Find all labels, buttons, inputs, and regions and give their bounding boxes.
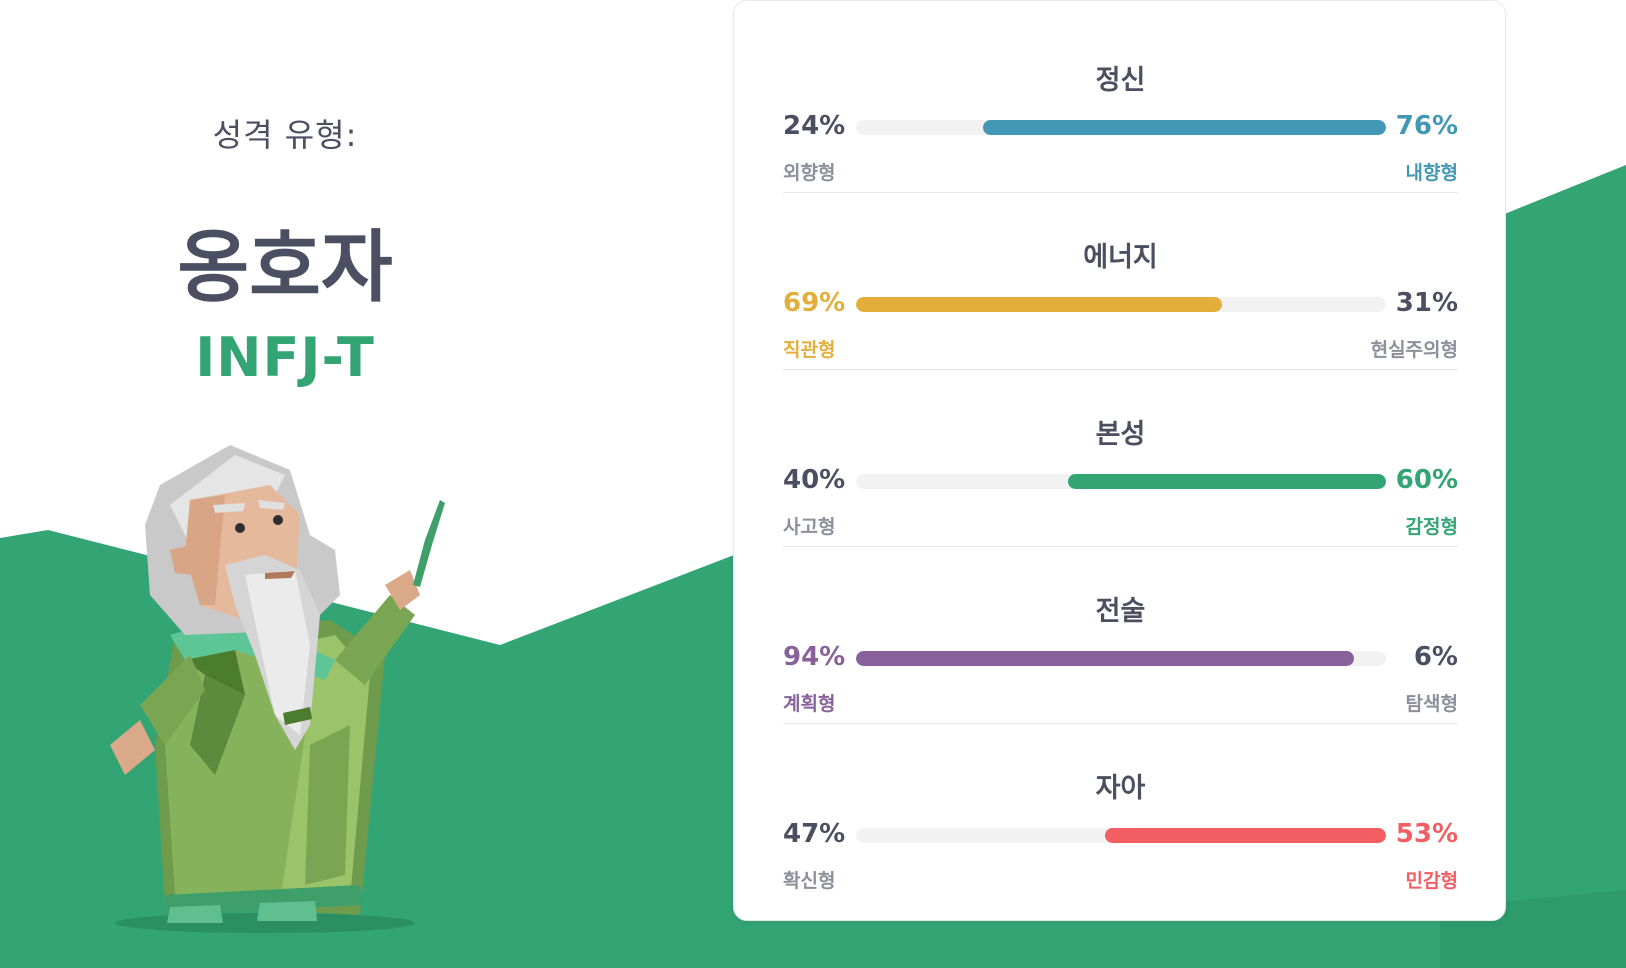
left-percent: 40% [783, 465, 846, 495]
trait-row: 정신 24% 76% 외향형 내향형 [783, 16, 1458, 193]
right-percent: 60% [1395, 465, 1458, 495]
trait-bar-fill [1068, 474, 1386, 489]
trait-title: 정신 [1095, 65, 1146, 96]
trait-bar-fill [983, 120, 1386, 135]
trait-bar-fill [856, 651, 1354, 666]
trait-title: 에너지 [1083, 242, 1158, 273]
right-percent: 6% [1413, 642, 1458, 672]
trait-row: 에너지 69% 31% 직관형 현실주의형 [783, 193, 1458, 370]
trait-bar [856, 651, 1386, 666]
left-trait-label: 계획형 [783, 693, 836, 715]
right-trait-label: 민감형 [1405, 870, 1458, 892]
left-trait-label: 외향형 [783, 162, 836, 184]
trait-bar-fill [856, 297, 1222, 312]
left-trait-label: 확신형 [783, 870, 836, 892]
left-trait-label: 직관형 [783, 339, 836, 361]
right-trait-label: 감정형 [1405, 516, 1458, 538]
profile-panel: 성격 유형: 옹호자 INFJ-T [0, 0, 570, 968]
trait-row: 자아 47% 53% 확신형 민감형 [783, 724, 1458, 901]
trait-bar-fill [1105, 828, 1386, 843]
right-percent: 76% [1395, 111, 1458, 141]
trait-bar [856, 297, 1386, 312]
trait-bar [856, 474, 1386, 489]
trait-results-card: 정신 24% 76% 외향형 내향형에너지 69% 31% 직관형 현실주의형본성 40% 60% 사… [733, 0, 1506, 921]
trait-bar [856, 828, 1386, 843]
personality-type-code: INFJ-T [195, 326, 375, 389]
right-trait-label: 탐색형 [1405, 693, 1458, 715]
personality-type-label: 성격 유형: [212, 116, 358, 154]
trait-bar [856, 120, 1386, 135]
advocate-character-illustration [110, 445, 445, 933]
right-trait-label: 내향형 [1405, 162, 1458, 184]
trait-row: 전술 94% 6% 계획형 탐색형 [783, 547, 1458, 724]
left-percent: 94% [783, 642, 846, 672]
trait-row: 본성 40% 60% 사고형 감정형 [783, 370, 1458, 547]
right-percent: 31% [1395, 288, 1458, 318]
left-percent: 47% [783, 819, 846, 849]
left-percent: 69% [783, 288, 846, 318]
trait-title: 자아 [1095, 773, 1146, 804]
right-trait-label: 현실주의형 [1370, 339, 1458, 361]
personality-type-name: 옹호자 [177, 223, 393, 313]
left-percent: 24% [783, 111, 846, 141]
left-trait-label: 사고형 [783, 516, 836, 538]
trait-title: 전술 [1095, 596, 1146, 627]
trait-title: 본성 [1095, 419, 1146, 450]
right-percent: 53% [1395, 819, 1458, 849]
